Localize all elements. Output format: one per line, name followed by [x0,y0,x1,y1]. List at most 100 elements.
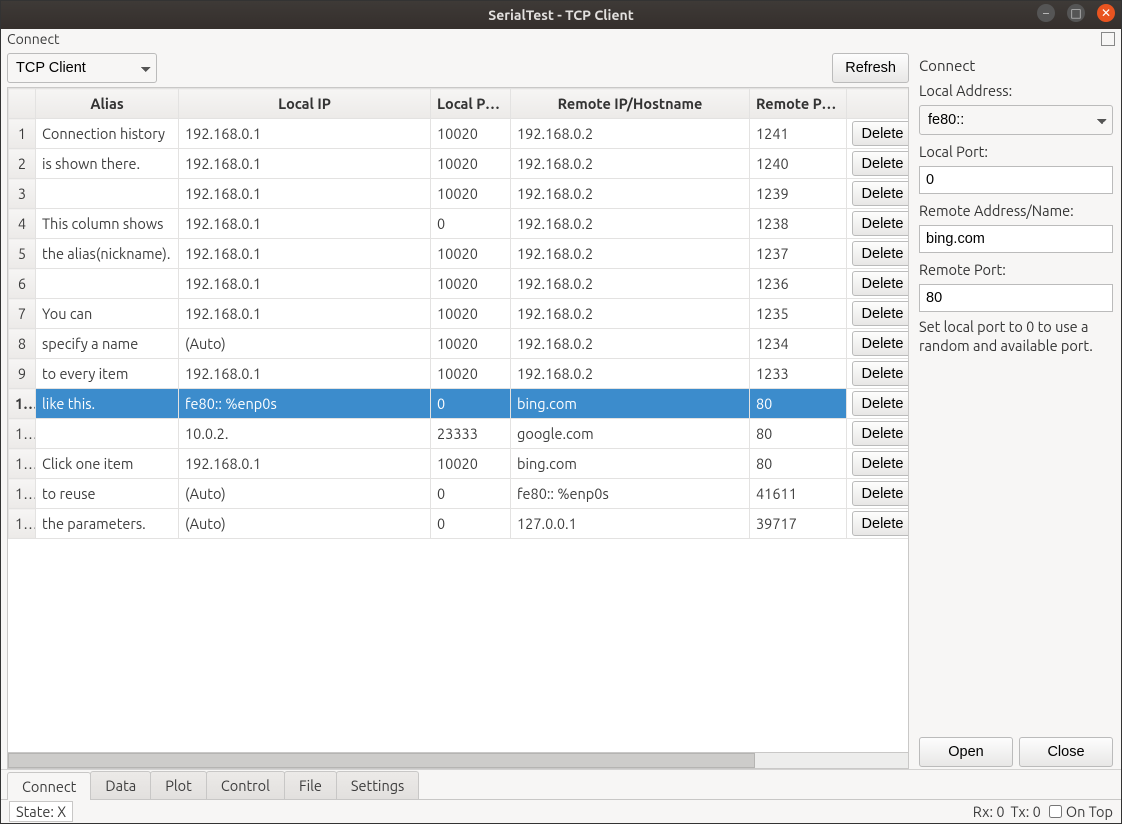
col-local-ip[interactable]: Local IP [179,89,431,119]
delete-button[interactable]: Delete [852,301,910,326]
row-number[interactable]: 3 [9,179,36,209]
col-rownum[interactable] [9,89,36,119]
cell-local-port[interactable]: 0 [431,389,511,419]
delete-button[interactable]: Delete [852,331,910,356]
cell-local-ip[interactable]: 192.168.0.1 [179,449,431,479]
row-number[interactable]: 7 [9,299,36,329]
cell-remote-ip[interactable]: 192.168.0.2 [511,269,750,299]
tab-file[interactable]: File [284,771,337,799]
tab-settings[interactable]: Settings [336,771,419,799]
remote-addr-input[interactable] [919,225,1113,253]
cell-local-ip[interactable]: (Auto) [179,329,431,359]
cell-remote-ip[interactable]: 192.168.0.2 [511,359,750,389]
cell-local-ip[interactable]: 192.168.0.1 [179,149,431,179]
row-number[interactable]: 2 [9,149,36,179]
cell-remote-port[interactable]: 1238 [750,209,847,239]
delete-button[interactable]: Delete [852,151,910,176]
cell-local-ip[interactable]: (Auto) [179,479,431,509]
cell-remote-port[interactable]: 1240 [750,149,847,179]
table-row[interactable]: 14the parameters.(Auto)0127.0.0.139717De… [9,509,910,539]
cell-remote-ip[interactable]: 192.168.0.2 [511,149,750,179]
cell-local-port[interactable]: 10020 [431,179,511,209]
cell-local-ip[interactable]: 192.168.0.1 [179,209,431,239]
cell-local-port[interactable]: 10020 [431,149,511,179]
cell-remote-port[interactable]: 41611 [750,479,847,509]
cell-remote-port[interactable]: 80 [750,449,847,479]
ontop-checkbox[interactable] [1049,805,1062,818]
row-number[interactable]: 5 [9,239,36,269]
cell-local-port[interactable]: 0 [431,509,511,539]
delete-button[interactable]: Delete [852,451,910,476]
cell-remote-ip[interactable]: 192.168.0.2 [511,299,750,329]
cell-remote-ip[interactable]: 192.168.0.2 [511,239,750,269]
cell-remote-port[interactable]: 1237 [750,239,847,269]
history-table-wrap[interactable]: Alias Local IP Local Port Remote IP/Host… [7,87,909,753]
delete-button[interactable]: Delete [852,241,910,266]
cell-alias[interactable]: is shown there. [36,149,179,179]
cell-remote-port[interactable]: 1234 [750,329,847,359]
cell-local-ip[interactable]: (Auto) [179,509,431,539]
cell-local-port[interactable]: 10020 [431,239,511,269]
cell-alias[interactable]: Click one item [36,449,179,479]
cell-local-port[interactable]: 10020 [431,299,511,329]
cell-alias[interactable] [36,419,179,449]
delete-button[interactable]: Delete [852,211,910,236]
cell-local-port[interactable]: 0 [431,209,511,239]
close-icon[interactable]: ✕ [1097,4,1115,22]
cell-remote-ip[interactable]: bing.com [511,389,750,419]
cell-remote-ip[interactable]: 192.168.0.2 [511,329,750,359]
table-row[interactable]: 6192.168.0.110020192.168.0.21236Delete [9,269,910,299]
cell-alias[interactable]: the alias(nickname). [36,239,179,269]
table-row[interactable]: 10like this.fe80:: %enp0s0bing.com80Dele… [9,389,910,419]
cell-local-port[interactable]: 23333 [431,419,511,449]
tab-plot[interactable]: Plot [150,771,207,799]
cell-remote-port[interactable]: 1233 [750,359,847,389]
cell-remote-ip[interactable]: 192.168.0.2 [511,119,750,149]
row-number[interactable]: 11 [9,419,36,449]
cell-remote-port[interactable]: 80 [750,389,847,419]
mode-select[interactable]: TCP Client [7,53,157,83]
popout-icon[interactable] [1101,32,1115,46]
cell-remote-ip[interactable]: fe80:: %enp0s [511,479,750,509]
cell-alias[interactable] [36,179,179,209]
cell-remote-port[interactable]: 1235 [750,299,847,329]
cell-remote-ip[interactable]: 192.168.0.2 [511,179,750,209]
delete-button[interactable]: Delete [852,481,910,506]
cell-remote-port[interactable]: 80 [750,419,847,449]
local-port-input[interactable] [919,166,1113,194]
remote-port-input[interactable] [919,284,1113,312]
cell-remote-ip[interactable]: 127.0.0.1 [511,509,750,539]
table-row[interactable]: 8specify a name(Auto)10020192.168.0.2123… [9,329,910,359]
cell-remote-ip[interactable]: 192.168.0.2 [511,209,750,239]
cell-local-ip[interactable]: 192.168.0.1 [179,179,431,209]
cell-remote-port[interactable]: 1239 [750,179,847,209]
cell-remote-ip[interactable]: bing.com [511,449,750,479]
cell-alias[interactable]: This column shows [36,209,179,239]
row-number[interactable]: 13 [9,479,36,509]
delete-button[interactable]: Delete [852,421,910,446]
row-number[interactable]: 6 [9,269,36,299]
row-number[interactable]: 4 [9,209,36,239]
table-row[interactable]: 13to reuse(Auto)0fe80:: %enp0s41611Delet… [9,479,910,509]
cell-alias[interactable]: Connection history [36,119,179,149]
table-row[interactable]: 7You can192.168.0.110020192.168.0.21235D… [9,299,910,329]
minimize-icon[interactable]: – [1037,4,1055,22]
delete-button[interactable]: Delete [852,271,910,296]
table-row[interactable]: 5the alias(nickname).192.168.0.110020192… [9,239,910,269]
cell-local-port[interactable]: 10020 [431,329,511,359]
cell-alias[interactable]: specify a name [36,329,179,359]
h-scrollbar-thumb[interactable] [8,753,755,768]
delete-button[interactable]: Delete [852,181,910,206]
tab-connect[interactable]: Connect [7,772,91,800]
row-number[interactable]: 1 [9,119,36,149]
row-number[interactable]: 10 [9,389,36,419]
delete-button[interactable]: Delete [852,511,910,536]
cell-remote-port[interactable]: 39717 [750,509,847,539]
row-number[interactable]: 9 [9,359,36,389]
table-row[interactable]: 1110.0.2.23333google.com80Delete [9,419,910,449]
cell-alias[interactable]: like this. [36,389,179,419]
row-number[interactable]: 8 [9,329,36,359]
cell-local-ip[interactable]: 192.168.0.1 [179,239,431,269]
table-row[interactable]: 1Connection history192.168.0.110020192.1… [9,119,910,149]
cell-local-ip[interactable]: 10.0.2. [179,419,431,449]
